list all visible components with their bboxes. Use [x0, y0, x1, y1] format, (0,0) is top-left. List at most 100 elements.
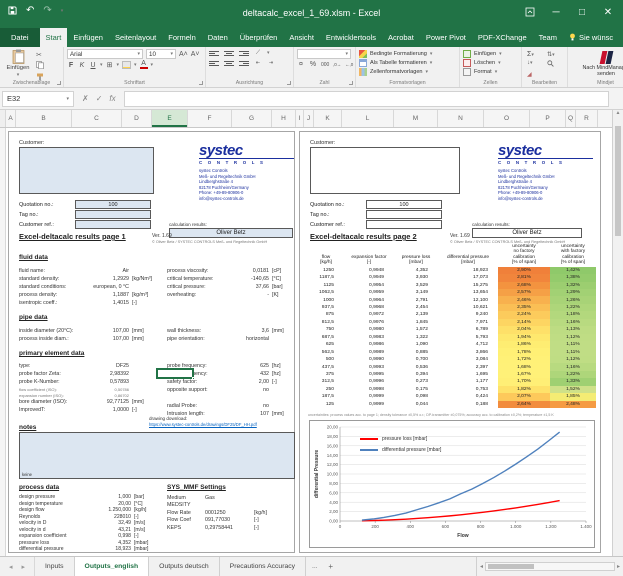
maximize-button[interactable]: □	[569, 0, 595, 24]
font-dialog-launcher-icon[interactable]	[199, 81, 203, 85]
horizontal-scroll-thumb[interactable]	[487, 564, 534, 569]
column-header[interactable]: O	[484, 110, 530, 127]
customer-input-box[interactable]	[310, 147, 460, 194]
table-row[interactable]: 1187,5 0,9949 3,930 17,073 2,81% 1,38%	[308, 274, 596, 282]
ribbon-tab[interactable]: Team	[533, 28, 563, 47]
account-name[interactable]: Oliver Betz	[619, 28, 623, 47]
vertical-scrollbar[interactable]: ▲	[612, 110, 623, 556]
quotation-value-box[interactable]	[75, 220, 151, 229]
save-icon[interactable]	[8, 6, 17, 15]
qat-customize-icon[interactable]: ▾	[61, 8, 64, 14]
redo-icon[interactable]: ↷	[43, 5, 51, 16]
find-select-icon[interactable]	[547, 60, 563, 69]
scroll-up-icon[interactable]: ▲	[616, 110, 621, 116]
cut-icon[interactable]: ✂	[36, 51, 44, 59]
number-dialog-launcher-icon[interactable]	[349, 81, 353, 85]
autosum-icon[interactable]: Σ▾	[527, 51, 542, 58]
table-row[interactable]: 750 0,9980 1,572 6,789 2,04% 1,13%	[308, 326, 596, 334]
tab-datei[interactable]: Datei	[0, 28, 40, 47]
table-row[interactable]: 1000 0,9964 2,791 12,100 2,46% 1,26%	[308, 296, 596, 304]
paste-button[interactable]: Einfügen ▾	[3, 49, 33, 78]
font-size-select[interactable]: 10 ▾	[146, 49, 176, 59]
percent-icon[interactable]: %	[309, 61, 317, 68]
ribbon-tab[interactable]: PDF-XChange	[472, 28, 533, 47]
column-header[interactable]: G	[232, 110, 272, 127]
new-sheet-button[interactable]: +	[324, 557, 338, 576]
quotation-value-box[interactable]	[366, 220, 442, 229]
table-row[interactable]: 437,5 0,9993 0,536 2,397 1,68% 1,16%	[308, 363, 596, 371]
increase-font-icon[interactable]: A˄	[179, 51, 188, 58]
column-header[interactable]: N	[438, 110, 484, 127]
sheet-tab[interactable]: Inputs	[35, 557, 75, 576]
orientation-icon[interactable]: ⟋	[254, 50, 262, 57]
column-header[interactable]: I	[296, 110, 304, 127]
calc-results-box[interactable]: Oliver Betz	[472, 228, 582, 238]
quotation-value-box[interactable]: 100	[75, 200, 151, 209]
column-header[interactable]: F	[188, 110, 232, 127]
decrease-font-icon[interactable]: A˅	[191, 51, 200, 58]
comma-style-icon[interactable]: 000	[321, 62, 329, 68]
delete-cells-button[interactable]: Löschen ▾	[463, 58, 519, 67]
sheet-tab[interactable]: Precautions Accuracy	[220, 557, 307, 576]
alignment-dialog-launcher-icon[interactable]	[287, 81, 291, 85]
ribbon-tab[interactable]: Acrobat	[382, 28, 420, 47]
clear-icon[interactable]: ◢	[527, 71, 542, 78]
scroll-right-icon[interactable]: ▸	[617, 563, 620, 570]
ribbon-tab[interactable]: Seitenlayout	[109, 28, 162, 47]
format-cells-button[interactable]: Format ▾	[463, 67, 519, 76]
ribbon-display-options-icon[interactable]	[517, 0, 543, 24]
align-bottom-icon[interactable]	[239, 49, 249, 57]
sort-filter-icon[interactable]: ⇅▾	[547, 51, 563, 58]
notes-box[interactable]: keine	[19, 432, 295, 479]
column-header[interactable]: R	[576, 110, 598, 127]
name-box[interactable]: E32 ▾	[2, 90, 74, 107]
conditional-formatting-button[interactable]: Bedingte Formatierung ▾	[359, 49, 457, 58]
sheet-tab[interactable]: Outputs deutsch	[149, 557, 220, 576]
table-row[interactable]: 1250 0,9948 4,352 18,923 2,90% 1,42%	[308, 266, 596, 275]
selected-cell-E32[interactable]	[156, 368, 195, 380]
accounting-format-icon[interactable]: ¤	[297, 61, 305, 68]
table-row[interactable]: 625 0,9986 1,090 4,712 1,86% 1,11%	[308, 341, 596, 349]
drawing-download-link[interactable]: https://www.systec-controls.de/drawings/…	[149, 422, 257, 427]
align-left-icon[interactable]	[209, 59, 219, 67]
copy-icon[interactable]	[36, 61, 44, 71]
borders-icon[interactable]: ⊞	[106, 61, 114, 69]
minimize-button[interactable]: ─	[543, 0, 569, 24]
customer-input-box[interactable]	[19, 147, 154, 194]
font-name-select[interactable]: Arial ▾	[67, 49, 143, 59]
align-center-icon[interactable]	[224, 59, 234, 67]
format-as-table-button[interactable]: Als Tabelle formatieren ▾	[359, 58, 457, 67]
ribbon-tab[interactable]: Formeln	[162, 28, 202, 47]
formula-input[interactable]	[123, 90, 609, 107]
column-header[interactable]: Q	[566, 110, 576, 127]
increase-indent-icon[interactable]: ⇥	[267, 60, 275, 66]
fill-icon[interactable]: ↓▾	[527, 60, 542, 69]
table-row[interactable]: 812,5 0,9976 1,845 7,971 2,14% 1,16%	[308, 318, 596, 327]
column-header[interactable]: D	[122, 110, 152, 127]
column-header[interactable]: J	[304, 110, 314, 127]
close-button[interactable]: ✕	[595, 0, 621, 24]
column-header[interactable]: L	[342, 110, 394, 127]
decrease-decimal-icon[interactable]: ←,0	[345, 62, 353, 67]
cell-styles-button[interactable]: Zellenformatvorlagen ▾	[359, 67, 457, 76]
clipboard-dialog-launcher-icon[interactable]	[57, 81, 61, 85]
insert-cells-button[interactable]: Einfügen ▾	[463, 49, 519, 58]
table-row[interactable]: 375 0,9995 0,394 1,695 1,67% 1,22%	[308, 370, 596, 379]
column-header[interactable]: K	[314, 110, 342, 127]
flow-chart[interactable]: 0,00 2,00 4,00 6,00 8,00 10,00 12,00 14,00 16,00…	[309, 420, 595, 548]
bold-icon[interactable]: F	[67, 62, 75, 69]
increase-decimal-icon[interactable]: ,0→	[333, 62, 341, 67]
table-row[interactable]: 187,5 0,9999 0,098 0,424 2,07% 1,85%	[308, 393, 596, 401]
ribbon-tab[interactable]: Daten	[202, 28, 234, 47]
table-row[interactable]: 500 0,9990 0,700 3,084 1,72% 1,12%	[308, 355, 596, 364]
ribbon-tab[interactable]: Entwicklertools	[320, 28, 382, 47]
column-header[interactable]: A	[6, 110, 16, 127]
table-row[interactable]: 937,5 0,9968 2,454 10,621 2,35% 1,22%	[308, 303, 596, 312]
calc-results-box[interactable]: Oliver Betz	[169, 228, 293, 238]
align-right-icon[interactable]	[239, 59, 249, 67]
column-header[interactable]: H	[272, 110, 296, 127]
horizontal-scrollbar[interactable]: ◂ ▸	[475, 557, 623, 576]
table-row[interactable]: 250 0,9998 0,175 0,753 1,82% 1,52%	[308, 385, 596, 394]
column-header[interactable]: C	[72, 110, 122, 127]
number-format-select[interactable]: ▾	[297, 49, 351, 59]
